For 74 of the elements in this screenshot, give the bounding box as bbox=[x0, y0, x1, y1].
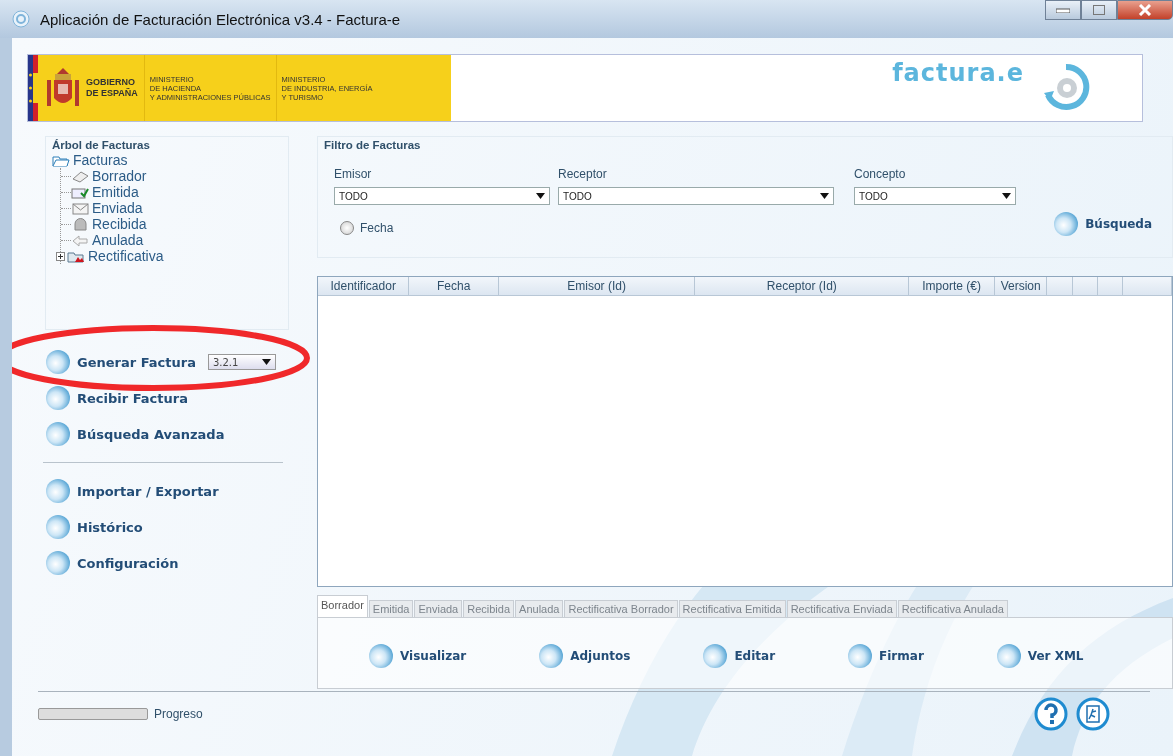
exit-door-icon bbox=[1076, 697, 1110, 731]
action-button[interactable]: Adjuntos bbox=[538, 643, 631, 670]
folder-chart-icon bbox=[67, 249, 85, 263]
sphere-icon bbox=[45, 349, 71, 375]
sphere-icon bbox=[45, 421, 71, 447]
close-button[interactable] bbox=[1117, 0, 1173, 20]
dropdown[interactable]: TODO bbox=[334, 187, 550, 205]
sphere-icon bbox=[995, 643, 1022, 670]
sphere-icon bbox=[45, 514, 71, 540]
tree-item[interactable]: Borrador bbox=[92, 168, 147, 184]
checked-envelope-icon bbox=[71, 185, 89, 199]
tab[interactable]: Borrador bbox=[317, 595, 368, 618]
app-icon bbox=[12, 10, 30, 28]
column-header[interactable]: Emisor (Id) bbox=[498, 276, 696, 295]
maximize-button[interactable] bbox=[1081, 0, 1117, 20]
column-header[interactable]: Version bbox=[994, 276, 1048, 295]
tree-item[interactable]: Emitida bbox=[92, 184, 139, 200]
tree-item[interactable]: Recibida bbox=[92, 216, 147, 232]
column-header[interactable]: Importe (€) bbox=[909, 276, 995, 295]
radio-circle[interactable] bbox=[340, 221, 354, 235]
minimize-icon bbox=[1056, 7, 1070, 13]
tree-item[interactable]: Facturas bbox=[73, 152, 128, 168]
caret-icon bbox=[1002, 193, 1011, 199]
minimize-button[interactable] bbox=[1045, 0, 1081, 20]
action-button[interactable]: Ver XML bbox=[995, 643, 1084, 670]
sphere-icon bbox=[702, 643, 729, 670]
field-label: Concepto bbox=[854, 167, 907, 181]
search-button[interactable]: Búsqueda bbox=[1053, 211, 1152, 237]
action-button[interactable]: Visualizar bbox=[368, 643, 467, 670]
exit-button[interactable] bbox=[1076, 697, 1110, 731]
column-header[interactable]: Receptor (Id) bbox=[695, 276, 910, 295]
nav-button[interactable]: Búsqueda Avanzada bbox=[45, 416, 225, 452]
government-name: GOBIERNO DE ESPAÑA bbox=[86, 55, 145, 121]
column-header[interactable]: Fecha bbox=[409, 276, 499, 295]
nav-button[interactable]: Histórico bbox=[45, 509, 143, 545]
field-label: Emisor bbox=[334, 167, 373, 181]
sphere-icon bbox=[847, 643, 874, 670]
tree-item[interactable]: Enviada bbox=[92, 200, 143, 216]
maximize-icon bbox=[1093, 5, 1105, 15]
nav-button[interactable]: Importar / Exportar bbox=[45, 473, 219, 509]
circular-arrows-logo-icon bbox=[1042, 63, 1090, 111]
sphere-icon bbox=[538, 643, 565, 670]
sphere-icon bbox=[1053, 211, 1080, 237]
nav-button[interactable]: Configuración bbox=[45, 545, 179, 581]
nav-button[interactable]: Recibir Factura bbox=[45, 380, 188, 416]
progress-label: Progreso bbox=[154, 707, 203, 721]
tree-item[interactable]: Anulada bbox=[92, 232, 144, 248]
tree-item[interactable]: Rectificativa bbox=[88, 248, 164, 264]
sphere-icon bbox=[45, 478, 71, 504]
sphere-icon bbox=[45, 550, 71, 576]
close-icon bbox=[1138, 4, 1152, 16]
action-button[interactable]: Firmar bbox=[847, 643, 924, 670]
window-title: Aplicación de Facturación Electrónica v3.4 - Factura-e bbox=[40, 10, 401, 28]
field-label: Receptor bbox=[558, 167, 608, 181]
column-header[interactable]: Identificador bbox=[318, 276, 410, 295]
envelope-icon bbox=[71, 201, 89, 215]
dropdown[interactable]: TODO bbox=[854, 187, 1016, 205]
help-button[interactable] bbox=[1034, 697, 1068, 731]
dropdown[interactable]: TODO bbox=[558, 187, 834, 205]
version-dropdown[interactable]: 3.2.1 bbox=[207, 354, 276, 370]
eraser-icon bbox=[71, 169, 89, 183]
panel-title: Árbol de Facturas bbox=[52, 139, 151, 151]
radio-button[interactable]: Fecha bbox=[340, 221, 394, 235]
caret-icon bbox=[261, 359, 271, 365]
panel-title: Filtro de Facturas bbox=[324, 139, 422, 151]
back-arrow-icon bbox=[71, 233, 89, 247]
logo-text: factura.e bbox=[892, 59, 1024, 87]
help-icon bbox=[1034, 697, 1068, 731]
caret-icon bbox=[536, 193, 545, 199]
caret-icon bbox=[820, 193, 829, 199]
sphere-icon bbox=[368, 643, 394, 670]
action-button[interactable]: Editar bbox=[702, 643, 776, 670]
sphere-icon bbox=[45, 385, 71, 411]
nav-button[interactable]: Generar Factura bbox=[45, 344, 196, 380]
